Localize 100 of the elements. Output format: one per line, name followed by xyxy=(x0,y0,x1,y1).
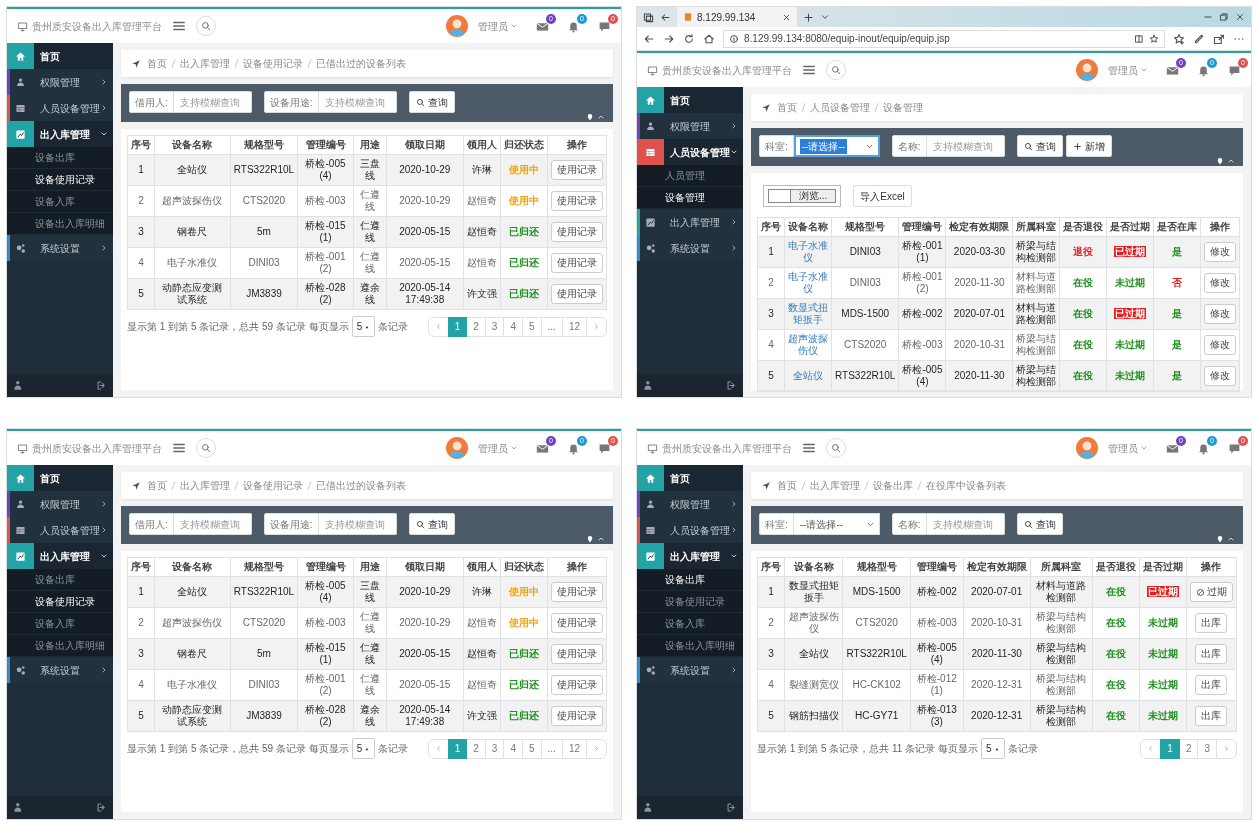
sidebar-subitem[interactable]: 设备入库 xyxy=(7,613,113,635)
page-link[interactable]: 3 xyxy=(484,316,505,337)
device-link[interactable]: 电子水准仪 xyxy=(788,271,828,295)
user-icon[interactable] xyxy=(643,380,654,391)
user-icon[interactable] xyxy=(13,802,24,813)
previous-page-button[interactable] xyxy=(427,316,449,337)
file-input[interactable]: 浏览... xyxy=(763,185,842,207)
close-icon[interactable] xyxy=(1235,12,1245,22)
pen-icon[interactable] xyxy=(1193,32,1205,45)
sidebar-item[interactable]: 系统设置 xyxy=(7,657,113,683)
back-icon[interactable] xyxy=(643,32,655,45)
action-button[interactable]: 使用记录 xyxy=(551,706,603,726)
action-button[interactable]: 出库 xyxy=(1195,644,1228,664)
reading-view-icon[interactable] xyxy=(1134,33,1144,44)
breadcrumb-link[interactable]: 首页 xyxy=(777,100,797,115)
avatar-icon[interactable] xyxy=(446,437,468,459)
breadcrumb-link[interactable]: 设备出库 xyxy=(873,478,913,493)
page-link[interactable]: 5 xyxy=(521,738,542,759)
sidebar-item[interactable]: 权限管理 xyxy=(637,491,743,517)
breadcrumb-link[interactable]: 设备使用记录 xyxy=(243,478,303,493)
address-bar[interactable]: 8.129.99.134:8080/equip-inout/equip/equip.jsp xyxy=(723,29,1165,48)
action-button[interactable]: 出库 xyxy=(1195,675,1228,695)
user-menu[interactable]: 管理员 xyxy=(478,440,518,456)
sidebar-subitem[interactable]: 设备入库 xyxy=(637,613,743,635)
page-link[interactable]: ... xyxy=(540,316,563,337)
breadcrumb-link[interactable]: 首页 xyxy=(777,478,797,493)
refresh-icon[interactable] xyxy=(683,32,695,45)
pin-icon[interactable] xyxy=(1216,535,1224,543)
page-link[interactable]: 2 xyxy=(1178,738,1199,759)
sign-out-icon[interactable] xyxy=(96,380,107,391)
page-link[interactable]: 3 xyxy=(1197,738,1217,759)
search-button[interactable]: 查询 xyxy=(1016,135,1063,157)
sidebar-item[interactable]: 出入库管理 xyxy=(7,543,113,569)
page-link[interactable]: 4 xyxy=(503,316,523,337)
breadcrumb-link[interactable]: 首页 xyxy=(147,478,167,493)
avatar-icon[interactable] xyxy=(446,15,468,37)
user-menu[interactable]: 管理员 xyxy=(478,18,518,34)
menu-icon[interactable] xyxy=(172,19,186,33)
device-link[interactable]: 数显式扭矩扳手 xyxy=(788,302,828,326)
sidebar-item[interactable]: 人员设备管理 xyxy=(637,139,743,165)
action-button[interactable]: 使用记录 xyxy=(551,582,603,602)
page-link[interactable]: 3 xyxy=(484,738,505,759)
add-button[interactable]: 新增 xyxy=(1065,135,1112,157)
user-icon[interactable] xyxy=(13,380,24,391)
breadcrumb-link[interactable]: 设备使用记录 xyxy=(243,56,303,71)
share-icon[interactable] xyxy=(1213,32,1225,45)
restore-icon[interactable] xyxy=(1219,12,1229,22)
sidebar-item[interactable]: 权限管理 xyxy=(7,491,113,517)
page-link[interactable]: 5 xyxy=(521,316,542,337)
breadcrumb-link[interactable]: 出入库管理 xyxy=(810,478,860,493)
input-field[interactable]: 支持模糊查询 xyxy=(173,91,252,113)
pin-icon[interactable] xyxy=(586,535,594,543)
sidebar-subitem[interactable]: 设备出入库明细 xyxy=(637,635,743,657)
favorite-star-icon[interactable] xyxy=(1149,33,1159,44)
sidebar-item[interactable]: 权限管理 xyxy=(7,69,113,95)
avatar-icon[interactable] xyxy=(1076,59,1098,81)
sidebar-subitem[interactable]: 设备出库 xyxy=(637,569,743,591)
sidebar-subitem[interactable]: 设备使用记录 xyxy=(7,591,113,613)
bell-icon[interactable] xyxy=(567,441,580,455)
sidebar-item[interactable]: 系统设置 xyxy=(637,235,743,261)
sidebar-subitem[interactable]: 设备出库 xyxy=(7,147,113,169)
sidebar-item[interactable]: 首页 xyxy=(7,43,113,69)
sidebar-subitem[interactable]: 设备入库 xyxy=(7,191,113,213)
comment-icon[interactable] xyxy=(1228,63,1241,77)
action-button[interactable]: 修改 xyxy=(1204,242,1237,262)
bell-icon[interactable] xyxy=(1197,441,1210,455)
home-icon[interactable] xyxy=(703,32,715,45)
sidebar-subitem[interactable]: 设备使用记录 xyxy=(637,591,743,613)
sidebar-subitem[interactable]: 设备出入库明细 xyxy=(7,213,113,235)
action-button[interactable]: 出库 xyxy=(1195,706,1228,726)
action-button[interactable]: 使用记录 xyxy=(551,644,603,664)
sidebar-item[interactable]: 首页 xyxy=(7,465,113,491)
new-tab-icon[interactable] xyxy=(803,11,814,23)
previous-page-button[interactable] xyxy=(427,738,449,759)
action-button[interactable]: 使用记录 xyxy=(551,253,603,273)
page-link[interactable]: 12 xyxy=(561,316,587,337)
sign-out-icon[interactable] xyxy=(726,802,737,813)
action-button[interactable]: 使用记录 xyxy=(551,284,603,304)
action-button[interactable]: 使用记录 xyxy=(551,222,603,242)
sidebar-item[interactable]: 出入库管理 xyxy=(637,543,743,569)
sidebar-subitem[interactable]: 设备管理 xyxy=(637,187,743,209)
search-button[interactable]: 查询 xyxy=(1016,513,1063,535)
action-button[interactable]: 使用记录 xyxy=(551,613,603,633)
close-tab-icon[interactable] xyxy=(782,12,791,22)
menu-icon[interactable] xyxy=(802,63,816,77)
breadcrumb-link[interactable]: 出入库管理 xyxy=(180,478,230,493)
sidebar-subitem[interactable]: 设备出入库明细 xyxy=(7,635,113,657)
breadcrumb-link[interactable]: 首页 xyxy=(147,56,167,71)
action-button[interactable]: 使用记录 xyxy=(551,675,603,695)
forward-icon[interactable] xyxy=(663,32,675,45)
sidebar-item[interactable]: 系统设置 xyxy=(637,657,743,683)
comment-icon[interactable] xyxy=(598,441,611,455)
sidebar-subitem[interactable]: 设备出库 xyxy=(7,569,113,591)
input-field[interactable]: 支持模糊查询 xyxy=(318,91,397,113)
input-field[interactable]: 支持模糊查询 xyxy=(173,513,252,535)
sidebar-item[interactable]: 人员设备管理 xyxy=(637,517,743,543)
sidebar-subitem[interactable]: 设备使用记录 xyxy=(7,169,113,191)
page-link[interactable]: ... xyxy=(540,738,563,759)
sidebar-item[interactable]: 出入库管理 xyxy=(637,209,743,235)
action-button[interactable]: 修改 xyxy=(1204,366,1237,386)
